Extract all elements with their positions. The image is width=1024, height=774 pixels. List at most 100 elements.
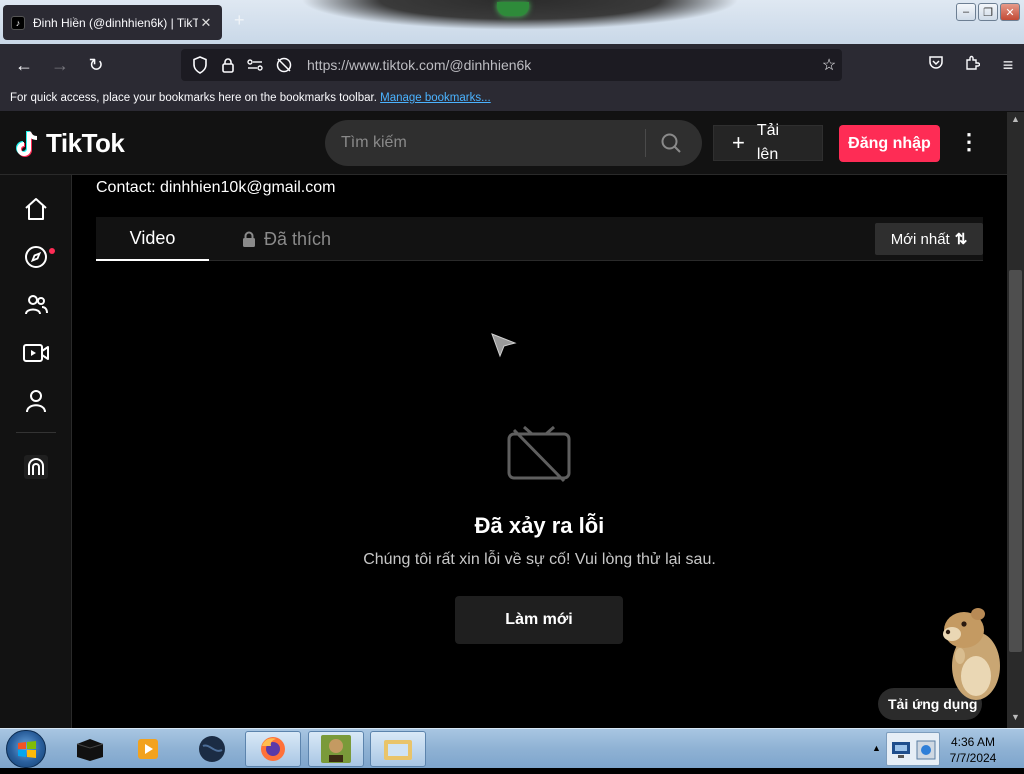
minimize-button[interactable]: – [956,3,976,21]
sort-button[interactable]: Mới nhất ⇅ [875,223,983,255]
sidebar-item-more[interactable] [20,451,52,483]
tab-liked[interactable]: Đã thích [242,217,331,261]
tiktok-favicon-icon: ♪ [11,15,25,30]
upload-label: Tải lên [756,122,780,163]
error-description: Chúng tôi rất xin lỗi về sự cố! Vui lòng… [363,551,716,568]
tiktok-header: TikTok + Tải lên Đăng nhập ⋮ [0,112,1007,175]
browser-tabstrip: ♪ Đinh Hiền (@dinhhien6k) | TikTok ✕ + –… [0,0,1024,44]
search-icon [661,133,681,153]
plus-icon: + [732,130,745,155]
refresh-button[interactable]: Làm mới [455,596,623,644]
lock-icon [243,231,255,247]
tab-liked-label: Đã thích [264,228,332,249]
permissions-icon[interactable] [245,55,267,75]
sidebar-separator [16,432,56,433]
tray-icons-box [886,732,940,766]
windows-taskbar: ▲ 4:36 AM 7/7/2024 [0,728,1024,768]
manage-bookmarks-link[interactable]: Manage bookmarks... [380,92,491,104]
tiktok-note-icon [16,130,38,157]
sidebar-item-home[interactable] [20,193,52,225]
tray-expand-icon[interactable]: ▲ [872,743,881,753]
back-button[interactable]: ← [12,54,36,78]
sort-label: Mới nhất [890,230,950,248]
new-tab-button[interactable]: + [234,10,245,31]
clock-time: 4:36 AM [950,735,996,749]
scrollbar-thumb[interactable] [1009,270,1022,652]
tab-close-button[interactable]: ✕ [198,15,214,31]
archway-icon [24,455,48,479]
tab-video-label: Video [129,227,176,248]
shield-icon[interactable] [189,55,211,75]
tabstrip-indicator [497,2,529,16]
extensions-icon[interactable] [954,54,990,78]
start-button[interactable] [6,730,46,768]
windows-logo-icon [18,741,36,758]
taskbar-app-box-game[interactable] [308,731,364,767]
upload-button[interactable]: + Tải lên [713,122,823,163]
toolbar-right: ≡ [918,54,1024,78]
taskbar-clock[interactable]: 4:36 AM 7/7/2024 [940,734,1006,766]
profile-icon [26,390,46,413]
login-button[interactable]: Đăng nhập [839,125,940,162]
scroll-up-arrow[interactable]: ▲ [1007,114,1024,128]
taskbar-app-blackbox[interactable] [62,731,118,767]
media-player-icon [138,739,158,759]
profile-tabs: Video Đã thích Mới nhất ⇅ [96,217,983,261]
taskbar-app-globe[interactable] [184,731,240,767]
users-icon [25,295,48,315]
profile-contact: Contact: dinhhien10k@gmail.com [96,179,336,196]
compass-icon [25,246,47,268]
page-scrollbar[interactable]: ▲ ▼ [1007,112,1024,728]
sort-arrows-icon: ⇅ [954,231,968,248]
sidebar-item-following[interactable] [20,289,52,321]
broken-tv-icon [507,425,571,483]
restore-button[interactable]: ❐ [978,3,998,21]
search-input[interactable] [325,134,645,152]
black-box-icon [76,739,104,761]
taskbar-app-firefox[interactable] [245,731,301,767]
clock-date: 7/7/2024 [949,751,997,765]
window-close-button[interactable]: ✕ [1000,3,1020,21]
scroll-down-arrow[interactable]: ▼ [1007,712,1024,726]
sidebar-item-live[interactable] [20,337,52,369]
sidebar-item-profile[interactable] [20,385,52,417]
tiktok-logo[interactable]: TikTok [16,128,125,159]
url-bar[interactable]: https://www.tiktok.com/@dinhhien6k ☆ [181,49,842,81]
sidebar-item-explore[interactable] [20,241,52,273]
logo-text: TikTok [46,128,125,158]
game-box-icon [321,735,351,763]
pocket-icon[interactable] [918,54,954,78]
left-sidebar [0,175,72,728]
more-options-icon[interactable]: ⋮ [958,130,980,156]
bookmark-star-icon[interactable]: ☆ [816,55,842,75]
profile-main: Contact: dinhhien10k@gmail.com Video Đã … [72,175,1007,728]
hamster-sticker-icon [943,608,1000,700]
folder-window-icon [384,740,412,760]
firefox-icon [261,737,285,761]
home-icon [25,198,47,220]
browser-tab[interactable]: ♪ Đinh Hiền (@dinhhien6k) | TikTok ✕ [3,5,222,40]
bookmarks-toolbar: For quick access, place your bookmarks h… [0,86,1024,112]
taskbar-app-media-player[interactable] [120,731,176,767]
bookmarks-hint: For quick access, place your bookmarks h… [10,92,377,104]
dark-globe-icon [199,736,225,762]
browser-navbar: ← → ↻ https://www.tiktok.com/@dinhhien6k… [0,44,1024,86]
tab-video[interactable]: Video [96,217,209,261]
live-video-icon [23,344,49,362]
reload-button[interactable]: ↻ [84,54,108,78]
lock-icon[interactable] [217,55,239,75]
tab-title: Đinh Hiền (@dinhhien6k) | TikTok [33,15,198,30]
search-button[interactable] [646,132,696,154]
mouse-cursor-icon [491,333,517,358]
action-center-icon[interactable] [915,739,937,761]
explore-notification-dot [49,248,55,254]
taskbar-app-explorer[interactable] [370,731,426,767]
url-text[interactable]: https://www.tiktok.com/@dinhhien6k [307,57,816,73]
forward-button[interactable]: → [48,54,72,78]
menu-icon[interactable]: ≡ [990,54,1024,78]
window-controls: – ❐ ✕ [956,3,1020,21]
network-monitor-icon[interactable] [891,741,911,759]
search-box [325,120,702,166]
tracking-protection-icon[interactable] [273,55,295,75]
error-title: Đã xảy ra lỗi [474,513,605,538]
